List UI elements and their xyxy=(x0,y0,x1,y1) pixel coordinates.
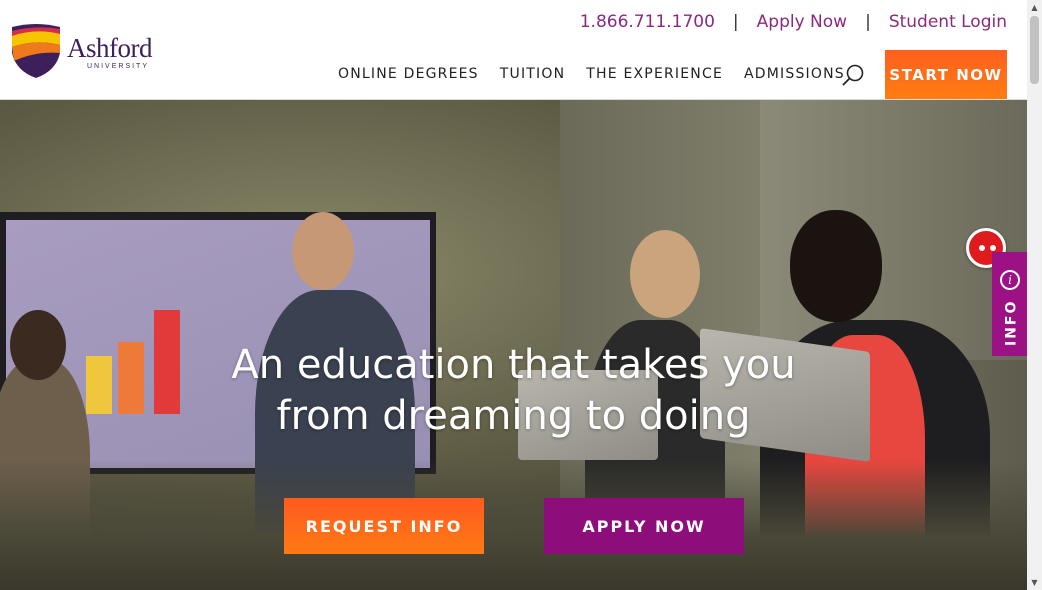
hero-headline-line-1: An education that takes you xyxy=(231,342,796,388)
hero-foreground xyxy=(0,460,1027,590)
logo-subtitle: UNIVERSITY xyxy=(87,63,150,70)
hero-headline-line-2: from dreaming to doing xyxy=(276,393,751,439)
separator: | xyxy=(865,12,871,32)
student-login-link[interactable]: Student Login xyxy=(889,12,1007,32)
nav-the-experience[interactable]: THE EXPERIENCE xyxy=(586,66,723,82)
shield-logo-icon xyxy=(12,24,60,78)
info-side-tab[interactable]: i INFO xyxy=(992,252,1027,356)
nav-tuition[interactable]: TUITION xyxy=(500,66,566,82)
search-icon[interactable] xyxy=(840,63,866,89)
nav-admissions[interactable]: ADMISSIONS xyxy=(744,66,845,82)
info-icon: i xyxy=(1000,270,1020,290)
start-now-button[interactable]: START NOW xyxy=(885,50,1007,99)
scrollbar-thumb[interactable] xyxy=(1030,16,1039,84)
vertical-scrollbar[interactable]: ▲ ▼ xyxy=(1027,0,1042,590)
hero-banner: An education that takes you from dreamin… xyxy=(0,100,1027,590)
separator: | xyxy=(732,12,739,32)
chat-dot xyxy=(979,245,985,251)
utility-bar: 1.866.711.1700 | Apply Now | Student Log… xyxy=(580,12,1007,32)
scroll-down-icon[interactable]: ▼ xyxy=(1027,575,1042,590)
ashford-logo[interactable]: Ashford UNIVERSITY xyxy=(10,23,170,81)
chat-dot xyxy=(990,245,996,251)
nav-online-degrees[interactable]: ONLINE DEGREES xyxy=(338,66,479,82)
phone-number[interactable]: 1.866.711.1700 xyxy=(580,12,715,32)
person-woman-right-head xyxy=(790,210,882,322)
apply-now-link[interactable]: Apply Now xyxy=(757,12,847,32)
person-man-head xyxy=(292,212,354,290)
apply-now-button[interactable]: APPLY NOW xyxy=(544,498,744,554)
info-tab-label: INFO xyxy=(1003,299,1020,347)
scroll-up-icon[interactable]: ▲ xyxy=(1027,0,1042,15)
main-nav: ONLINE DEGREES TUITION THE EXPERIENCE AD… xyxy=(338,66,866,82)
logo-wordmark: Ashford xyxy=(67,33,153,63)
request-info-button[interactable]: REQUEST INFO xyxy=(284,498,484,554)
hero-headline: An education that takes you from dreamin… xyxy=(0,340,1027,442)
person-woman-center-head xyxy=(630,230,700,318)
site-header: Ashford UNIVERSITY 1.866.711.1700 | Appl… xyxy=(0,0,1027,100)
